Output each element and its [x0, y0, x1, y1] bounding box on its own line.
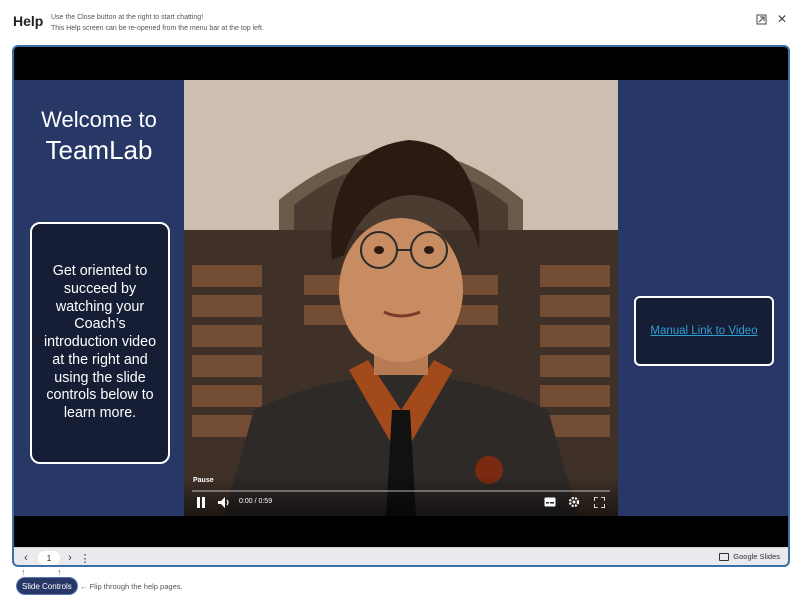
close-button[interactable]: ✕: [775, 12, 789, 26]
chevron-left-icon: ‹: [24, 552, 28, 564]
help-hint-line2: This Help screen can be re-opened from t…: [51, 25, 264, 32]
slide-controls-badge: Slide Controls: [16, 577, 78, 595]
google-slides-link[interactable]: Google Slides: [719, 552, 780, 561]
video-progress-bar[interactable]: [192, 490, 610, 492]
help-hint-line1: Use the Close button at the right to sta…: [51, 14, 204, 21]
up-arrow-icon: ↑: [57, 567, 62, 577]
slides-icon: [719, 552, 730, 561]
manual-link-to-video[interactable]: Manual Link to Video: [650, 325, 757, 337]
video-tooltip: Pause: [193, 477, 214, 484]
volume-icon: [218, 496, 229, 508]
google-slides-label: Google Slides: [733, 552, 780, 561]
settings-button[interactable]: [567, 494, 581, 510]
page-number[interactable]: 1: [38, 551, 60, 565]
slide: Welcome to TeamLab Get oriented to succe…: [14, 80, 788, 516]
slides-navbar: ‹ 1 › ⋮ Google Slides: [14, 547, 788, 565]
help-slides-frame: Welcome to TeamLab Get oriented to succe…: [12, 45, 790, 567]
welcome-line1: Welcome to: [41, 107, 157, 132]
manual-link-box: Manual Link to Video: [634, 296, 774, 366]
restore-window-icon: [756, 14, 766, 24]
pause-icon: [197, 496, 205, 508]
captions-icon: [544, 497, 556, 507]
volume-button[interactable]: [217, 494, 231, 510]
coach-video-image: [184, 80, 618, 516]
more-options-button[interactable]: ⋮: [79, 551, 91, 565]
flip-help-label: Flip through the help pages.: [89, 582, 183, 591]
orientation-text: Get oriented to succeed by watching your…: [43, 262, 157, 422]
help-header: Help Use the Close button at the right t…: [0, 0, 800, 40]
fullscreen-icon: [593, 496, 605, 508]
next-slide-button[interactable]: ›: [64, 551, 76, 565]
close-icon: ✕: [776, 12, 788, 26]
up-arrow-icon: ↑: [21, 567, 26, 577]
more-vert-icon: ⋮: [79, 552, 91, 565]
captions-button[interactable]: [543, 494, 557, 510]
coach-video[interactable]: Pause 0:00 / 0:59: [184, 80, 618, 516]
orientation-box: Get oriented to succeed by watching your…: [30, 222, 170, 464]
video-time: 0:00 / 0:59: [239, 498, 273, 505]
flip-help-text: ← Flip through the help pages.: [80, 582, 183, 591]
previous-slide-button[interactable]: ‹: [20, 551, 32, 565]
restore-window-button[interactable]: [754, 12, 768, 26]
fullscreen-button[interactable]: [592, 494, 606, 510]
welcome-line2: TeamLab: [45, 135, 153, 165]
welcome-heading: Welcome to TeamLab: [14, 106, 184, 166]
chevron-right-icon: ›: [68, 552, 72, 564]
pause-button[interactable]: [194, 494, 208, 510]
gear-icon: [568, 496, 580, 508]
help-title: Help: [13, 13, 44, 29]
